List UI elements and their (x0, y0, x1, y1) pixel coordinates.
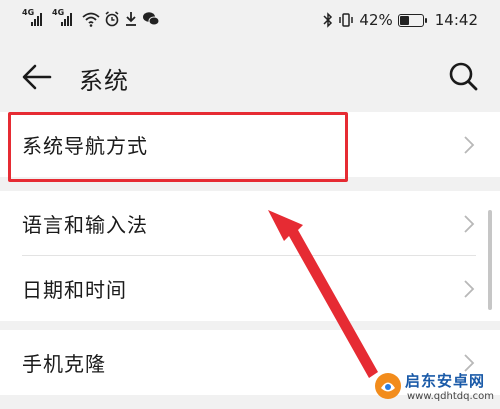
watermark: 启东安卓网 www.qdhtdq.com (373, 369, 497, 407)
battery-icon (397, 13, 427, 27)
chevron-right-icon (464, 136, 475, 154)
highlight-box (8, 112, 348, 182)
battery-percent: 42% (359, 11, 393, 29)
settings-item-label: 语言和输入法 (22, 213, 148, 237)
search-icon[interactable] (446, 60, 480, 94)
watermark-url: www.qdhtdq.com (407, 391, 494, 402)
back-arrow-icon[interactable] (20, 60, 54, 94)
page-title: 系统 (79, 67, 129, 95)
wechat-icon (143, 12, 160, 26)
settings-group: 语言和输入法 日期和时间 (0, 191, 500, 321)
settings-item-datetime[interactable]: 日期和时间 (0, 256, 500, 321)
status-time: 14:42 (434, 11, 478, 29)
status-left-icons: 4G 4G (22, 8, 160, 28)
chevron-right-icon (464, 215, 475, 233)
alarm-icon (105, 11, 119, 27)
status-bar: 4G 4G 42% 14:42 (0, 0, 500, 44)
watermark-logo-icon (375, 373, 401, 399)
wifi-icon (82, 12, 100, 27)
download-icon (126, 12, 136, 26)
title-bar: 系统 (0, 44, 500, 110)
settings-item-label: 日期和时间 (22, 278, 127, 302)
settings-item-label: 手机克隆 (22, 352, 106, 376)
chevron-right-icon (464, 280, 475, 298)
signal-icon: 4G (52, 8, 78, 28)
bluetooth-icon (323, 12, 333, 28)
watermark-title: 启东安卓网 (405, 372, 486, 390)
status-right-icons: 42% 14:42 (323, 11, 478, 29)
scrollbar[interactable] (488, 210, 492, 310)
settings-item-language[interactable]: 语言和输入法 (0, 191, 500, 256)
vibrate-icon (339, 13, 354, 27)
signal-icon: 4G (22, 8, 48, 28)
